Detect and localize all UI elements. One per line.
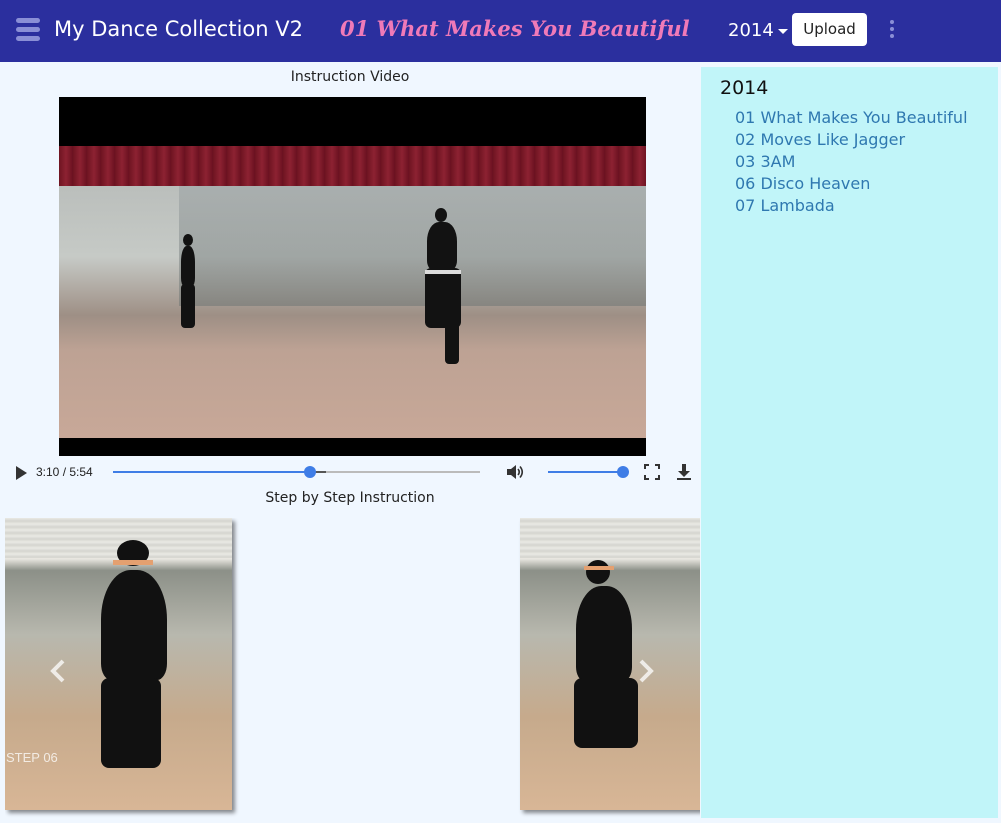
download-icon[interactable] <box>676 463 692 481</box>
song-sidebar: 2014 01 What Makes You Beautiful 02 Move… <box>701 67 998 818</box>
video-controls: 3:10 / 5:54 <box>5 457 700 487</box>
progress-fill <box>113 471 311 473</box>
video-heading: Instruction Video <box>290 69 410 85</box>
song-link[interactable]: 03 3AM <box>735 151 968 173</box>
song-link[interactable]: 01 What Makes You Beautiful <box>735 107 968 129</box>
time-display: 3:10 / 5:54 <box>36 465 93 479</box>
song-link[interactable]: 07 Lambada <box>735 195 968 217</box>
song-link[interactable]: 06 Disco Heaven <box>735 173 968 195</box>
volume-slider[interactable] <box>548 466 629 478</box>
step-carousel[interactable]: STEP 06 <box>5 518 700 818</box>
app-title: My Dance Collection V2 <box>54 17 303 41</box>
fullscreen-icon[interactable] <box>644 464 660 480</box>
year-dropdown-value: 2014 <box>728 20 774 41</box>
steps-heading: Step by Step Instruction <box>265 490 435 506</box>
caret-down-icon <box>777 28 788 34</box>
chevron-left-icon[interactable] <box>46 658 72 684</box>
kebab-more-icon[interactable] <box>890 20 896 40</box>
year-dropdown[interactable]: 2014 <box>728 20 788 41</box>
video-frame-image <box>59 146 646 438</box>
play-icon[interactable] <box>16 466 27 480</box>
upload-button[interactable]: Upload <box>792 13 867 46</box>
song-link[interactable]: 02 Moves Like Jagger <box>735 129 968 151</box>
progress-knob[interactable] <box>304 466 317 478</box>
volume-knob[interactable] <box>617 466 629 478</box>
song-list: 01 What Makes You Beautiful 02 Moves Lik… <box>735 107 968 217</box>
chevron-right-icon[interactable] <box>632 658 658 684</box>
instruction-video[interactable] <box>59 97 646 456</box>
main-content: Instruction Video 3:10 / 5:54 Step by St… <box>0 62 700 823</box>
step-image-current: STEP 06 <box>5 518 232 810</box>
current-song-title: 01 What Makes You Beautiful <box>340 16 690 41</box>
hamburger-menu-icon[interactable] <box>16 18 40 42</box>
volume-icon[interactable] <box>505 462 525 482</box>
step-label: STEP 06 <box>6 750 58 765</box>
progress-slider[interactable] <box>113 466 480 478</box>
top-navbar: My Dance Collection V2 01 What Makes You… <box>0 0 1001 62</box>
step-image-next <box>520 518 700 810</box>
sidebar-year-heading: 2014 <box>720 77 769 99</box>
